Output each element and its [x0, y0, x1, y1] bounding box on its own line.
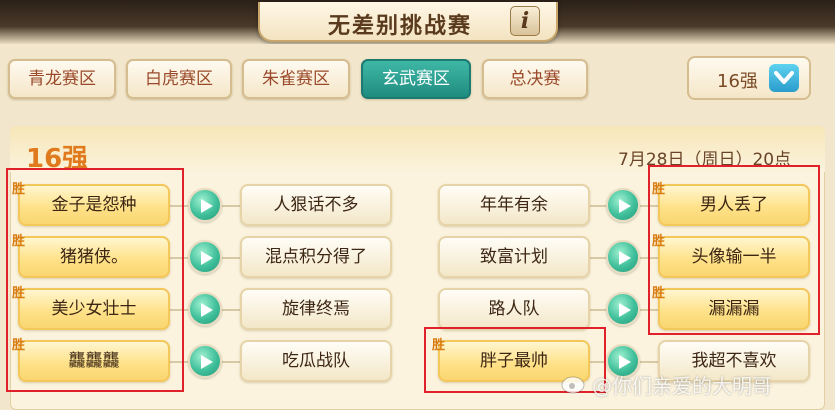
team-match2-right[interactable]: 混点积分得了 — [240, 236, 392, 278]
weibo-logo-icon — [561, 376, 585, 394]
play-replay-button[interactable] — [188, 344, 222, 378]
play-icon — [201, 355, 213, 369]
play-replay-button[interactable] — [606, 292, 640, 326]
tab-final[interactable]: 总决赛 — [482, 59, 588, 99]
tab-xuanwu[interactable]: 玄武赛区 — [361, 59, 471, 99]
title-banner: 无差别挑战赛 i — [258, 2, 558, 42]
play-replay-button[interactable] — [188, 188, 222, 222]
info-button[interactable]: i — [510, 6, 540, 36]
play-replay-button[interactable] — [606, 188, 640, 222]
team-match7-left[interactable]: 路人队 — [438, 288, 590, 330]
chevron-down-icon[interactable] — [769, 64, 799, 92]
page-title: 无差别挑战赛 — [327, 14, 472, 39]
team-match5-left[interactable]: 年年有余 — [438, 184, 590, 226]
play-icon — [619, 251, 631, 265]
play-replay-button[interactable] — [188, 292, 222, 326]
tab-qinglong[interactable]: 青龙赛区 — [8, 59, 116, 99]
highlight-box-left — [6, 168, 184, 392]
play-icon — [619, 355, 631, 369]
play-icon — [619, 303, 631, 317]
play-icon — [201, 303, 213, 317]
highlight-box-right — [648, 165, 820, 335]
team-match4-right[interactable]: 吃瓜战队 — [240, 340, 392, 382]
tab-baihu[interactable]: 白虎赛区 — [126, 59, 232, 99]
team-match3-right[interactable]: 旋律终焉 — [240, 288, 392, 330]
watermark: @你们亲爱的大明哥 — [592, 374, 772, 398]
play-icon — [619, 199, 631, 213]
round-dropdown-value: 16强 — [717, 71, 758, 92]
team-match6-left[interactable]: 致富计划 — [438, 236, 590, 278]
play-icon — [201, 199, 213, 213]
round-dropdown[interactable]: 16强 — [687, 56, 811, 100]
team-match1-right[interactable]: 人狠话不多 — [240, 184, 392, 226]
play-replay-button[interactable] — [606, 240, 640, 274]
play-icon — [201, 251, 213, 265]
tab-zhuque[interactable]: 朱雀赛区 — [242, 59, 350, 99]
play-replay-button[interactable] — [188, 240, 222, 274]
